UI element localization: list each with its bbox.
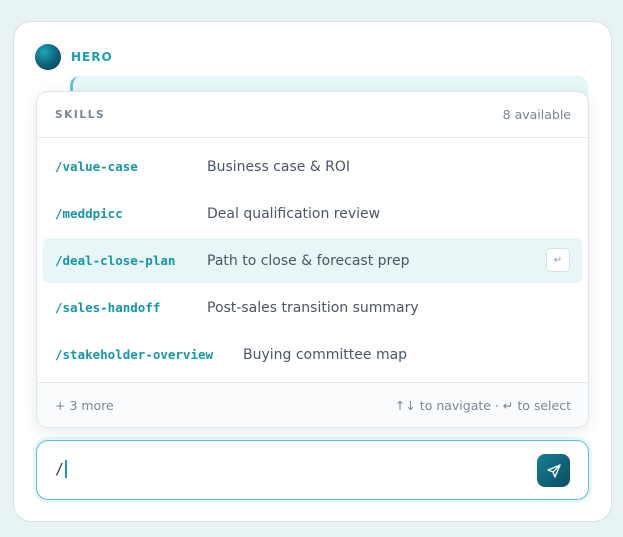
skill-description: Path to close & forecast prep <box>207 252 410 269</box>
skill-description: Buying committee map <box>243 346 408 363</box>
skill-command: /stakeholder-overview <box>55 347 214 362</box>
skill-command: /sales-handoff <box>55 300 161 315</box>
assistant-name: HERO <box>71 50 113 64</box>
skill-description: Deal qualification review <box>207 205 381 222</box>
skill-command: /value-case <box>55 159 138 174</box>
assistant-header: HERO <box>35 44 113 70</box>
avatar <box>35 44 61 70</box>
keyboard-hint: ↑↓ to navigate · ↵ to select <box>394 397 571 413</box>
skill-description: Business case & ROI <box>207 158 351 175</box>
input-value-text: / <box>55 460 65 478</box>
skills-count: 8 available <box>502 107 571 122</box>
skill-item-meddpicc[interactable]: /meddpicc Deal qualification review <box>43 191 582 236</box>
skill-item-sales-handoff[interactable]: /sales-handoff Post-sales transition sum… <box>43 285 582 330</box>
more-skills-label[interactable]: + 3 more <box>55 398 114 413</box>
enter-key-icon: ↵ <box>546 248 570 272</box>
skill-command: /deal-close-plan <box>55 253 176 268</box>
send-button[interactable] <box>537 454 570 487</box>
send-icon <box>546 463 561 478</box>
skill-item-stakeholder-overview[interactable]: /stakeholder-overview Buying committee m… <box>43 332 582 377</box>
skill-item-value-case[interactable]: /value-case Business case & ROI <box>43 144 582 189</box>
skill-command: /meddpicc <box>55 206 123 221</box>
skills-popup-title: SKILLS <box>55 108 106 121</box>
skill-item-deal-close-plan[interactable]: /deal-close-plan Path to close & forecas… <box>43 238 582 283</box>
skills-popup: SKILLS 8 available /value-case Business … <box>36 91 589 428</box>
skills-list: /value-case Business case & ROI /meddpic… <box>37 138 588 377</box>
skills-popup-footer: + 3 more ↑↓ to navigate · ↵ to select <box>37 382 588 427</box>
message-input-value[interactable]: / <box>55 460 68 478</box>
message-input[interactable]: / <box>36 440 589 500</box>
skill-description: Post-sales transition summary <box>207 299 419 316</box>
text-caret <box>65 460 68 478</box>
skills-popup-header: SKILLS 8 available <box>37 92 588 138</box>
